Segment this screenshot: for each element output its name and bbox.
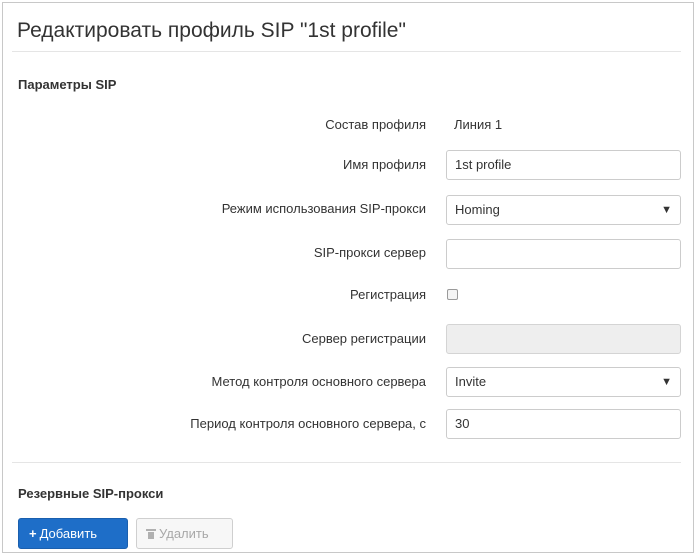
sip-params-heading: Параметры SIP [18,77,117,92]
title-divider [12,51,681,52]
check-period-input[interactable]: 30 [446,409,681,439]
page-title: Редактировать профиль SIP "1st profile" [17,19,406,42]
check-method-label: Метод контроля основного сервера [211,374,427,389]
check-period-value: 30 [455,416,470,431]
trash-icon [146,529,156,539]
profile-composition-label: Состав профиля [325,117,426,132]
plus-icon: + [29,526,37,541]
add-button[interactable]: + Добавить [18,518,128,549]
check-method-select[interactable]: Invite ▼ [446,367,681,397]
check-period-label: Период контроля основного сервера, с [190,416,426,431]
add-button-label: Добавить [39,526,98,541]
chevron-down-icon: ▼ [661,376,672,388]
chevron-down-icon: ▼ [661,204,672,216]
registration-server-input[interactable] [446,324,681,354]
proxy-mode-label: Режим использования SIP-прокси [221,201,426,216]
registration-label: Регистрация [350,287,426,302]
profile-name-value: 1st profile [455,157,512,172]
delete-button-label: Удалить [159,526,209,541]
profile-composition-value: Линия 1 [454,117,503,132]
registration-checkbox[interactable] [447,289,458,300]
profile-name-label: Имя профиля [342,157,426,172]
backup-proxy-heading: Резервные SIP-прокси [18,486,164,501]
profile-name-input[interactable]: 1st profile [446,150,681,180]
section-divider [12,462,681,463]
proxy-mode-value: Homing [455,202,500,217]
delete-button[interactable]: Удалить [136,518,233,549]
proxy-mode-select[interactable]: Homing ▼ [446,195,681,225]
proxy-server-input[interactable] [446,239,681,269]
registration-server-label: Сервер регистрации [301,331,426,346]
proxy-server-label: SIP-прокси сервер [313,245,426,260]
check-method-value: Invite [455,374,487,389]
